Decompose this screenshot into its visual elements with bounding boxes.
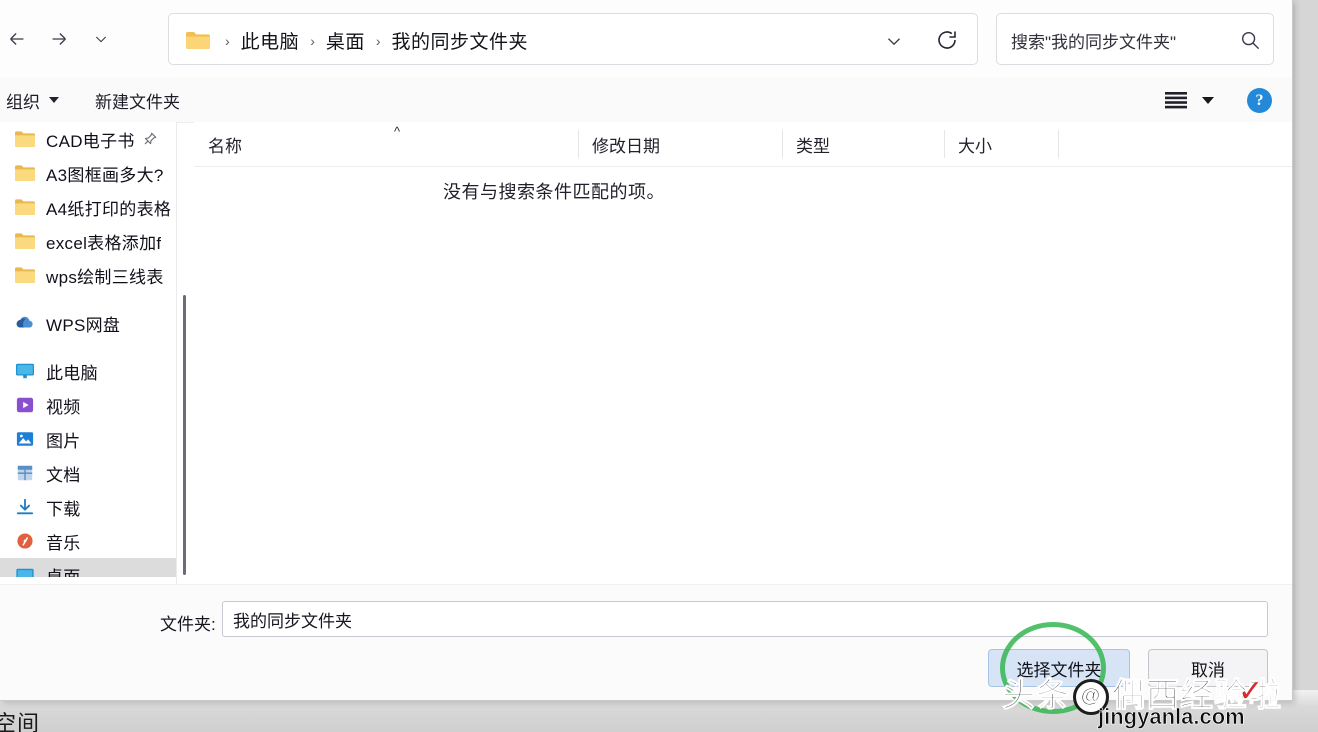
sidebar-item-label: 图片 xyxy=(46,431,81,451)
select-folder-button[interactable]: 选择文件夹 xyxy=(988,649,1130,687)
sidebar-item-music[interactable]: 音乐 xyxy=(0,524,176,558)
sidebar-scrollbar[interactable] xyxy=(183,295,186,575)
sidebar-item-label: A4纸打印的表格 xyxy=(46,199,172,219)
view-options-chevron-down-icon[interactable] xyxy=(1202,97,1214,104)
navigation-bar: › 此电脑 › 桌面 › 我的同步文件夹 搜索"我的同步文件夹" xyxy=(0,0,1292,78)
documents-icon xyxy=(14,464,36,482)
breadcrumb-item-this-pc[interactable]: 此电脑 xyxy=(234,27,307,54)
sidebar-item-this-pc[interactable]: 此电脑 xyxy=(0,354,176,388)
music-icon xyxy=(14,532,36,550)
column-header-size[interactable]: 大小 xyxy=(944,122,1058,166)
chevron-down-icon xyxy=(49,97,59,103)
desktop-icon xyxy=(14,566,36,577)
sidebar-item-desktop[interactable]: 桌面 xyxy=(0,558,176,577)
empty-list-message: 没有与搜索条件匹配的项。 xyxy=(443,182,665,202)
folder-icon xyxy=(14,130,36,148)
video-icon xyxy=(14,396,36,414)
organize-label: 组织 xyxy=(6,92,40,112)
sidebar-item-label: 视频 xyxy=(46,397,81,417)
sidebar-item-label: WPS网盘 xyxy=(46,315,121,335)
folder-icon xyxy=(14,232,36,250)
sidebar-item-label: excel表格添加f xyxy=(46,233,162,253)
help-icon[interactable]: ? xyxy=(1247,88,1272,113)
column-header-label: 修改日期 xyxy=(592,136,660,156)
sidebar-item-excel-table[interactable]: excel表格添加f xyxy=(0,224,176,258)
address-bar[interactable]: › 此电脑 › 桌面 › 我的同步文件夹 xyxy=(168,13,978,65)
sidebar-item-label: CAD电子书 xyxy=(46,131,135,151)
screenshot-root: 空间 › 此电脑 › 桌面 › 我的同步文件夹 搜索"我的同步文件夹" 组织 新… xyxy=(0,0,1318,732)
back-button[interactable] xyxy=(0,22,34,56)
computer-icon xyxy=(14,362,36,380)
sidebar-item-documents[interactable]: 文档 xyxy=(0,456,176,490)
pin-icon[interactable] xyxy=(142,131,158,147)
sidebar-item-a4-table[interactable]: A4纸打印的表格 xyxy=(0,190,176,224)
pictures-icon xyxy=(14,430,36,448)
folder-name-input[interactable]: 我的同步文件夹 xyxy=(222,601,1268,637)
column-header-type[interactable]: 类型 xyxy=(782,122,944,166)
folder-icon xyxy=(185,30,211,50)
column-header-name[interactable]: 名称 ^ xyxy=(194,122,578,166)
recent-locations-button[interactable] xyxy=(84,22,118,56)
folder-field-label: 文件夹: xyxy=(160,615,216,634)
list-view-icon[interactable] xyxy=(1164,90,1188,110)
sidebar-item-label: 音乐 xyxy=(46,533,81,553)
folder-picker-dialog: › 此电脑 › 桌面 › 我的同步文件夹 搜索"我的同步文件夹" 组织 新建文件… xyxy=(0,0,1293,701)
sidebar-item-label: A3图框画多大? xyxy=(46,165,164,185)
sidebar-item-cad-ebook[interactable]: CAD电子书 xyxy=(0,122,176,156)
sidebar-item-label: 下载 xyxy=(46,499,81,519)
new-folder-label: 新建文件夹 xyxy=(95,92,180,112)
navigation-sidebar[interactable]: CAD电子书 A3图框画多大? A4纸打印的表格 excel表格添加f wps绘… xyxy=(0,122,176,577)
sidebar-item-label: 文档 xyxy=(46,465,81,485)
breadcrumb-separator: › xyxy=(375,33,381,49)
organize-button[interactable]: 组织 xyxy=(6,78,59,122)
refresh-button[interactable] xyxy=(935,28,959,52)
folder-icon xyxy=(14,198,36,216)
forward-button[interactable] xyxy=(42,22,76,56)
folder-icon xyxy=(14,266,36,284)
dialog-footer: 文件夹: 我的同步文件夹 选择文件夹 取消 xyxy=(0,584,1292,700)
sidebar-item-label: 此电脑 xyxy=(46,363,98,383)
breadcrumb-separator: › xyxy=(225,33,230,49)
sidebar-item-videos[interactable]: 视频 xyxy=(0,388,176,422)
sort-ascending-caret-icon: ^ xyxy=(394,124,401,139)
downloads-icon xyxy=(14,498,36,516)
search-box[interactable]: 搜索"我的同步文件夹" xyxy=(996,13,1274,65)
column-header-date-modified[interactable]: 修改日期 xyxy=(578,122,782,166)
sidebar-item-downloads[interactable]: 下载 xyxy=(0,490,176,524)
search-icon xyxy=(1239,29,1261,51)
address-dropdown-button[interactable] xyxy=(883,30,905,52)
new-folder-button[interactable]: 新建文件夹 xyxy=(95,78,180,122)
arrow-left-icon xyxy=(6,28,28,50)
breadcrumb-separator: › xyxy=(310,33,315,49)
command-bar: 组织 新建文件夹 ? xyxy=(0,78,1292,123)
sidebar-item-a3-frame[interactable]: A3图框画多大? xyxy=(0,156,176,190)
column-header-label: 类型 xyxy=(796,136,830,156)
sidebar-item-pictures[interactable]: 图片 xyxy=(0,422,176,456)
file-list-pane: 名称 ^ 修改日期 类型 大小 没有与搜索条件匹配的项。 xyxy=(194,122,1292,584)
sidebar-item-wps-threeline[interactable]: wps绘制三线表 xyxy=(0,258,176,292)
column-header-label: 大小 xyxy=(958,136,992,156)
breadcrumb-item-desktop[interactable]: 桌面 xyxy=(319,27,372,54)
cancel-button[interactable]: 取消 xyxy=(1148,649,1268,687)
column-divider[interactable] xyxy=(1058,130,1059,158)
arrow-right-icon xyxy=(48,28,70,50)
sidebar-item-wps-cloud[interactable]: WPS网盘 xyxy=(0,306,176,340)
background-partial-text: 空间 xyxy=(0,711,41,732)
sidebar-item-label: 桌面 xyxy=(46,567,81,578)
sidebar-divider xyxy=(176,122,177,584)
column-header-label: 名称 xyxy=(208,136,242,156)
sidebar-item-label: wps绘制三线表 xyxy=(46,267,164,287)
column-header-row: 名称 ^ 修改日期 类型 大小 xyxy=(194,122,1292,167)
cloud-icon xyxy=(14,314,36,332)
breadcrumb: › 此电脑 › 桌面 › 我的同步文件夹 xyxy=(221,14,535,66)
search-input[interactable]: 搜索"我的同步文件夹" xyxy=(1011,14,1176,66)
chevron-down-icon xyxy=(93,31,109,47)
breadcrumb-item-current[interactable]: 我的同步文件夹 xyxy=(385,27,536,54)
folder-icon xyxy=(14,164,36,182)
